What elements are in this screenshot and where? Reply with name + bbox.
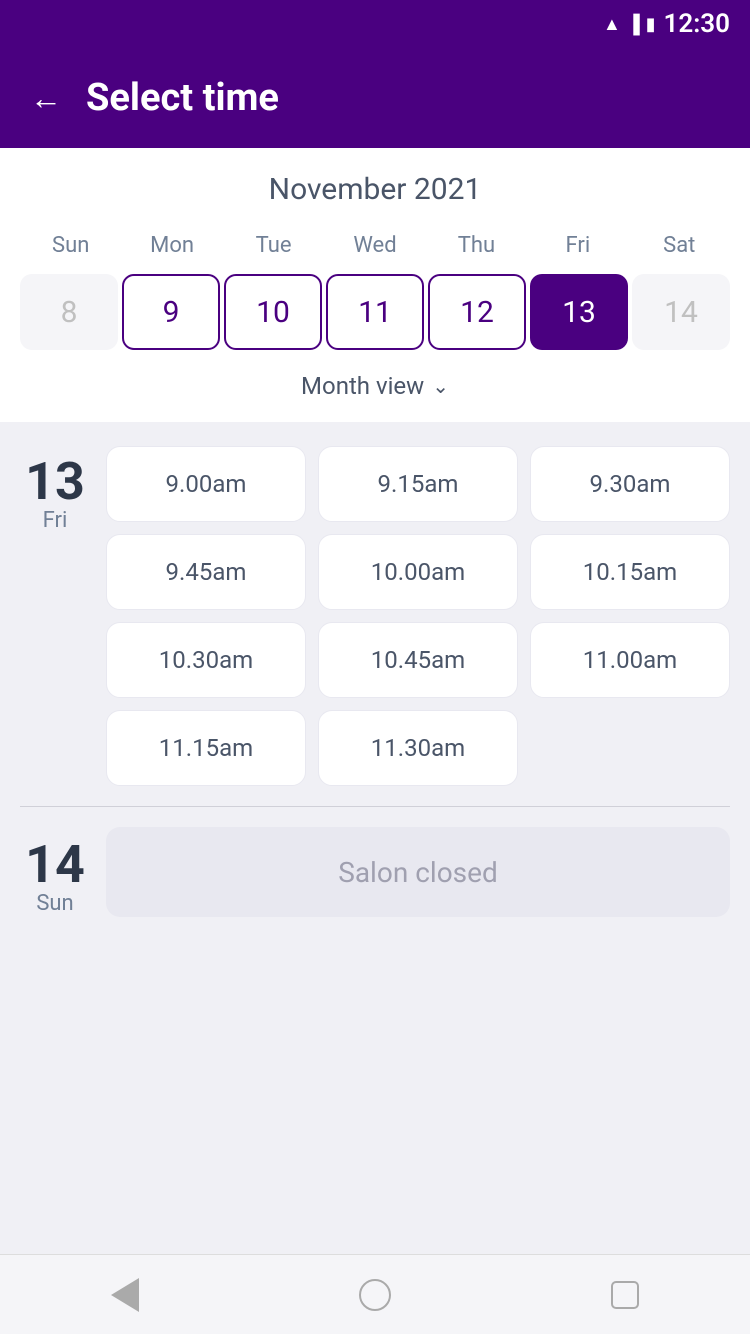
day-cell-9[interactable]: 9 bbox=[122, 274, 220, 350]
slot-1015am[interactable]: 10.15am bbox=[530, 534, 730, 610]
day-14-label: 14 Sun bbox=[20, 829, 90, 916]
slot-1000am[interactable]: 10.00am bbox=[318, 534, 518, 610]
salon-closed-box: Salon closed bbox=[106, 827, 730, 917]
day-13-number: 13 bbox=[25, 456, 85, 508]
bottom-navigation bbox=[0, 1254, 750, 1334]
slot-945am[interactable]: 9.45am bbox=[106, 534, 306, 610]
day-cell-13[interactable]: 13 bbox=[530, 274, 628, 350]
slot-1030am[interactable]: 10.30am bbox=[106, 622, 306, 698]
day-cell-14[interactable]: 14 bbox=[632, 274, 730, 350]
day-14-number: 14 bbox=[25, 839, 85, 891]
back-nav-icon bbox=[111, 1278, 139, 1312]
slot-930am[interactable]: 9.30am bbox=[530, 446, 730, 522]
slot-1045am[interactable]: 10.45am bbox=[318, 622, 518, 698]
nav-recent-button[interactable] bbox=[600, 1270, 650, 1320]
day-14-block: 14 Sun Salon closed bbox=[20, 827, 730, 937]
status-time: 12:30 bbox=[664, 9, 731, 39]
day-header-sat: Sat bbox=[629, 227, 730, 264]
back-button[interactable]: ← bbox=[30, 79, 62, 117]
day-cell-11[interactable]: 11 bbox=[326, 274, 424, 350]
slot-900am[interactable]: 9.00am bbox=[106, 446, 306, 522]
slot-1130am[interactable]: 11.30am bbox=[318, 710, 518, 786]
day-header-sun: Sun bbox=[20, 227, 121, 264]
month-year-label: November 2021 bbox=[20, 172, 730, 207]
day-header-tue: Tue bbox=[223, 227, 324, 264]
nav-home-button[interactable] bbox=[350, 1270, 400, 1320]
day-13-label: 13 Fri bbox=[20, 446, 90, 786]
day-cell-12[interactable]: 12 bbox=[428, 274, 526, 350]
month-view-toggle[interactable]: Month view ⌄ bbox=[20, 362, 730, 406]
day-cell-8[interactable]: 8 bbox=[20, 274, 118, 350]
slot-915am[interactable]: 9.15am bbox=[318, 446, 518, 522]
status-bar: ▲ ▐ ▮ 12:30 bbox=[0, 0, 750, 48]
day-header-wed: Wed bbox=[324, 227, 425, 264]
section-divider bbox=[20, 806, 730, 807]
month-view-label: Month view bbox=[301, 372, 424, 400]
wifi-icon: ▲ bbox=[603, 14, 621, 35]
calendar-week-row: 8 9 10 11 12 13 14 bbox=[20, 274, 730, 350]
slot-1115am[interactable]: 11.15am bbox=[106, 710, 306, 786]
day-header-mon: Mon bbox=[121, 227, 222, 264]
day-headers: Sun Mon Tue Wed Thu Fri Sat bbox=[20, 227, 730, 264]
day-header-thu: Thu bbox=[426, 227, 527, 264]
salon-closed-label: Salon closed bbox=[338, 856, 498, 889]
nav-back-button[interactable] bbox=[100, 1270, 150, 1320]
page-title: Select time bbox=[86, 76, 279, 120]
status-icons: ▲ ▐ ▮ bbox=[603, 14, 656, 35]
signal-icon: ▐ bbox=[627, 14, 640, 35]
recent-nav-icon bbox=[611, 1281, 639, 1309]
day-13-slots: 9.00am 9.15am 9.30am 9.45am 10.00am 10.1… bbox=[106, 446, 730, 786]
day-header-fri: Fri bbox=[527, 227, 628, 264]
time-section: 13 Fri 9.00am 9.15am 9.30am 9.45am 10.00… bbox=[0, 426, 750, 957]
day-14-name: Sun bbox=[36, 891, 73, 916]
day-13-block: 13 Fri 9.00am 9.15am 9.30am 9.45am 10.00… bbox=[20, 446, 730, 786]
chevron-down-icon: ⌄ bbox=[432, 374, 449, 398]
day-cell-10[interactable]: 10 bbox=[224, 274, 322, 350]
slot-1100am[interactable]: 11.00am bbox=[530, 622, 730, 698]
home-nav-icon bbox=[359, 1279, 391, 1311]
day-13-name: Fri bbox=[43, 508, 68, 533]
battery-icon: ▮ bbox=[646, 14, 656, 35]
calendar-section: November 2021 Sun Mon Tue Wed Thu Fri Sa… bbox=[0, 148, 750, 422]
app-header: ← Select time bbox=[0, 48, 750, 148]
